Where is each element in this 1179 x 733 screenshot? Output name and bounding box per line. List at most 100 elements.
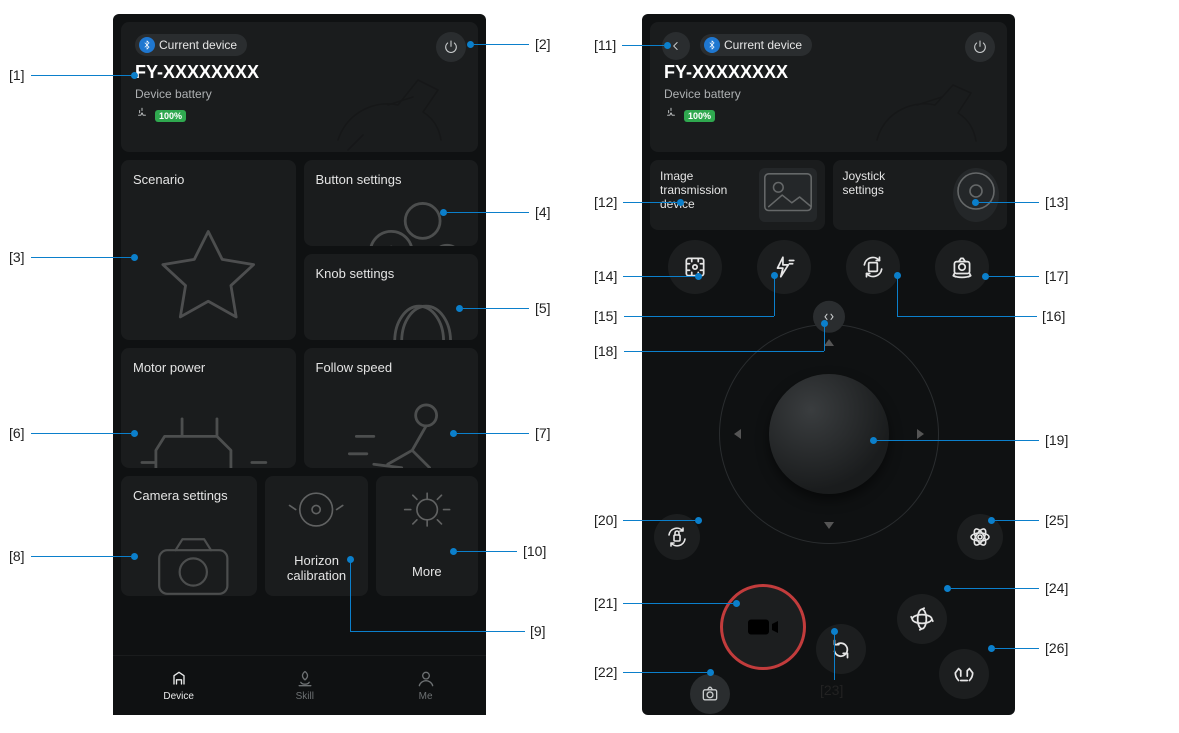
lock-rotate-icon: [665, 525, 689, 549]
tile-scenario-label: Scenario: [133, 172, 284, 188]
chevron-right-icon: [917, 429, 924, 439]
callout-24: [24]: [1045, 580, 1068, 596]
current-device-label-2: Current device: [724, 38, 802, 52]
btn-pan-tilt[interactable]: [897, 594, 947, 644]
callout-18: [18]: [594, 343, 617, 359]
star-icon: [121, 214, 296, 340]
btn-flash-mode[interactable]: [757, 240, 811, 294]
tile-image-transmission[interactable]: Image transmission device: [650, 160, 825, 230]
battery-badge-2: 100%: [684, 110, 715, 122]
gimbal-illustration-icon: [308, 40, 468, 144]
callout-3: [3]: [9, 249, 25, 265]
tile-camera-settings-label: Camera settings: [133, 488, 245, 504]
btn-gesture[interactable]: [939, 649, 989, 699]
btn-camera-flip[interactable]: [935, 240, 989, 294]
screen-device-home: Current device FY-XXXXXXXX Device batter…: [113, 14, 486, 715]
level-icon: [265, 484, 367, 544]
btn-frame-mode[interactable]: [668, 240, 722, 294]
back-button[interactable]: [662, 32, 690, 60]
buttons-icon: [304, 186, 479, 246]
atom-icon: [968, 525, 992, 549]
device-header-card-2: Current device FY-XXXXXXXX Device batter…: [650, 22, 1007, 152]
tile-motor-power[interactable]: Motor power: [121, 348, 296, 468]
callout-10: [10]: [523, 543, 546, 559]
callout-14: [14]: [594, 268, 617, 284]
tile-more[interactable]: More: [376, 476, 478, 596]
nav-skill[interactable]: Skill: [295, 669, 315, 702]
tile-button-settings[interactable]: Button settings: [304, 160, 479, 246]
callout-12: [12]: [594, 194, 617, 210]
tile-more-label: More: [386, 564, 468, 580]
chevron-up-icon: [824, 339, 834, 346]
callout-1: [1]: [9, 67, 25, 83]
nav-device[interactable]: Device: [163, 669, 194, 702]
nav-me[interactable]: Me: [416, 669, 436, 702]
joystick-thumb-icon: [953, 168, 999, 222]
gimbal-battery-icon: [664, 107, 678, 124]
virtual-joystick-area: [650, 304, 1007, 564]
callout-13: [13]: [1045, 194, 1068, 210]
current-device-pill-2[interactable]: Current device: [700, 34, 812, 56]
reset-icon: [828, 636, 854, 662]
nav-me-label: Me: [419, 691, 433, 702]
tile-image-transmission-label: Image transmission device: [660, 170, 750, 211]
camera-flip-icon: [949, 254, 975, 280]
nav-device-label: Device: [163, 691, 194, 702]
running-icon: [304, 384, 479, 468]
callout-25: [25]: [1045, 512, 1068, 528]
callout-20: [20]: [594, 512, 617, 528]
btn-atom-mode[interactable]: [957, 514, 1003, 560]
tile-joystick-settings[interactable]: Joystick settings: [833, 160, 1008, 230]
engine-icon: [121, 384, 296, 468]
callout-7: [7]: [535, 425, 551, 441]
nav-skill-label: Skill: [296, 691, 314, 702]
image-thumb-icon: [759, 168, 817, 222]
gimbal-battery-icon: [135, 107, 149, 124]
camera-icon: [700, 684, 720, 704]
btn-reset[interactable]: [816, 624, 866, 674]
callout-16: [16]: [1042, 308, 1065, 324]
callout-2: [2]: [535, 36, 551, 52]
diagram-stage: Current device FY-XXXXXXXX Device batter…: [0, 0, 1179, 733]
record-button[interactable]: [720, 584, 806, 670]
btn-lock-mode[interactable]: [654, 514, 700, 560]
screen-virtual-joystick: Current device FY-XXXXXXXX Device batter…: [642, 14, 1015, 715]
bluetooth-icon: [139, 37, 155, 53]
callout-9: [9]: [530, 623, 546, 639]
callout-5: [5]: [535, 300, 551, 316]
frame-icon: [682, 254, 708, 280]
current-device-label: Current device: [159, 38, 237, 52]
knob-icon: [304, 280, 479, 340]
tile-horizon-calibration[interactable]: Horizon calibration: [265, 476, 367, 596]
callout-4: [4]: [535, 204, 551, 220]
tile-knob-settings[interactable]: Knob settings: [304, 254, 479, 340]
tile-motor-power-label: Motor power: [133, 360, 284, 376]
device-header-card: Current device FY-XXXXXXXX Device batter…: [121, 22, 478, 152]
callout-21: [21]: [594, 595, 617, 611]
tile-follow-speed[interactable]: Follow speed: [304, 348, 479, 468]
chevron-left-icon: [734, 429, 741, 439]
btn-rotate-mode[interactable]: [846, 240, 900, 294]
chevron-down-icon: [824, 522, 834, 529]
hands-icon: [951, 661, 977, 687]
bluetooth-icon: [704, 37, 720, 53]
me-nav-icon: [416, 669, 436, 689]
callout-22: [22]: [594, 664, 617, 680]
gimbal-illustration-icon: [837, 40, 997, 144]
tile-horizon-calibration-label: Horizon calibration: [275, 553, 357, 584]
orbit-icon: [909, 606, 935, 632]
photo-button[interactable]: [690, 674, 730, 714]
roll-knob[interactable]: [813, 301, 845, 333]
joystick-thumb[interactable]: [769, 374, 889, 494]
current-device-pill[interactable]: Current device: [135, 34, 247, 56]
callout-8: [8]: [9, 548, 25, 564]
callout-6: [6]: [9, 425, 25, 441]
callout-23: [23]: [820, 682, 843, 698]
battery-badge: 100%: [155, 110, 186, 122]
tile-scenario[interactable]: Scenario: [121, 160, 296, 340]
callout-19: [19]: [1045, 432, 1068, 448]
callout-11: [11]: [594, 37, 616, 53]
gear-icon: [376, 484, 478, 544]
tile-camera-settings[interactable]: Camera settings: [121, 476, 257, 596]
device-nav-icon: [169, 669, 189, 689]
